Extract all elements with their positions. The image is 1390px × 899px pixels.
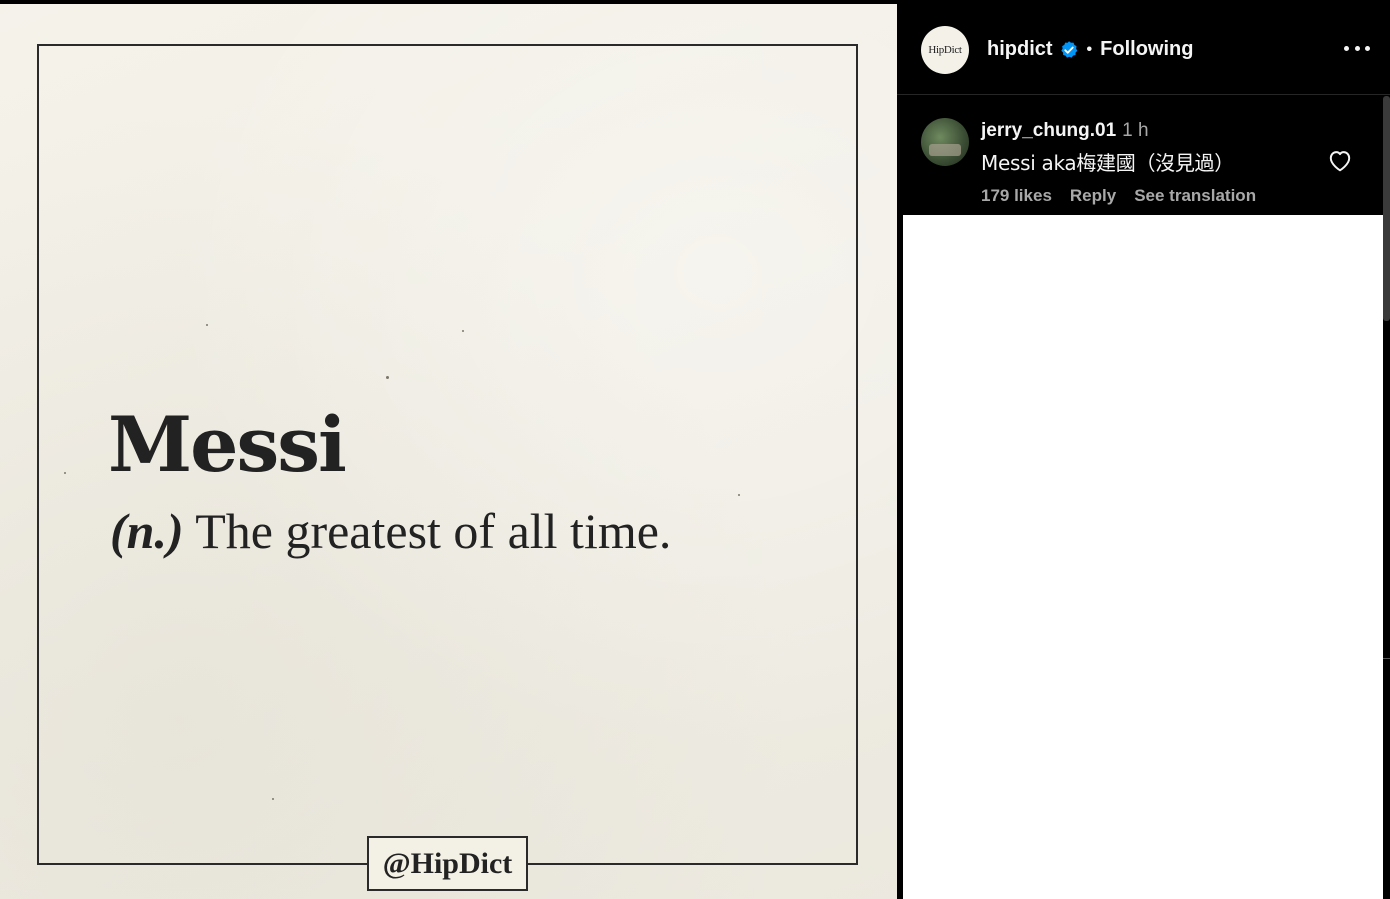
handle-box: @HipDict — [367, 836, 528, 891]
heart-icon[interactable] — [1327, 148, 1353, 172]
definition-text: The greatest of all time. — [195, 503, 672, 559]
post-side-panel: HipDict hipdict • Following jerry_chung.… — [897, 4, 1390, 899]
definition-line: (n.) The greatest of all time. — [110, 502, 671, 560]
more-dot — [1365, 45, 1370, 51]
reply-button[interactable]: Reply — [1070, 186, 1116, 206]
more-dot — [1354, 45, 1360, 51]
scrollbar-divider — [1383, 658, 1390, 659]
headword: Messi — [108, 400, 347, 489]
comment-item: jerry_chung.01 1 h Messi aka梅建國（沒見過） 179… — [897, 96, 1390, 216]
comment-text: Messi aka梅建國（沒見過） — [981, 151, 1234, 175]
author-username[interactable]: hipdict — [987, 38, 1053, 61]
handle-text: @HipDict — [382, 846, 513, 880]
author-avatar[interactable]: HipDict — [921, 26, 969, 74]
comments-blank-area — [903, 215, 1383, 899]
post-image: Messi (n.) The greatest of all time. @Hi… — [0, 4, 897, 899]
verified-badge-icon — [1060, 40, 1077, 58]
post-header: HipDict hipdict • Following — [897, 4, 1390, 95]
comment-likes[interactable]: 179 likes — [981, 186, 1052, 206]
more-dot — [1344, 45, 1349, 51]
see-translation-button[interactable]: See translation — [1134, 186, 1256, 206]
commenter-username[interactable]: jerry_chung.01 — [981, 120, 1116, 142]
header-separator: • — [1086, 40, 1093, 58]
comments-scrollbar[interactable] — [1383, 96, 1390, 899]
avatar-logo-text: HipDict — [928, 44, 962, 56]
following-button[interactable]: Following — [1100, 38, 1193, 61]
part-of-speech: (n.) — [110, 503, 184, 559]
comment-actions: 179 likes Reply See translation — [981, 186, 1256, 206]
comment-header: jerry_chung.01 1 h — [981, 120, 1149, 142]
scrollbar-thumb[interactable] — [1383, 96, 1390, 321]
more-options-icon[interactable] — [1344, 38, 1370, 58]
comment-timestamp[interactable]: 1 h — [1122, 120, 1148, 142]
author-row: hipdict • Following — [987, 38, 1193, 61]
commenter-avatar[interactable] — [921, 118, 969, 166]
